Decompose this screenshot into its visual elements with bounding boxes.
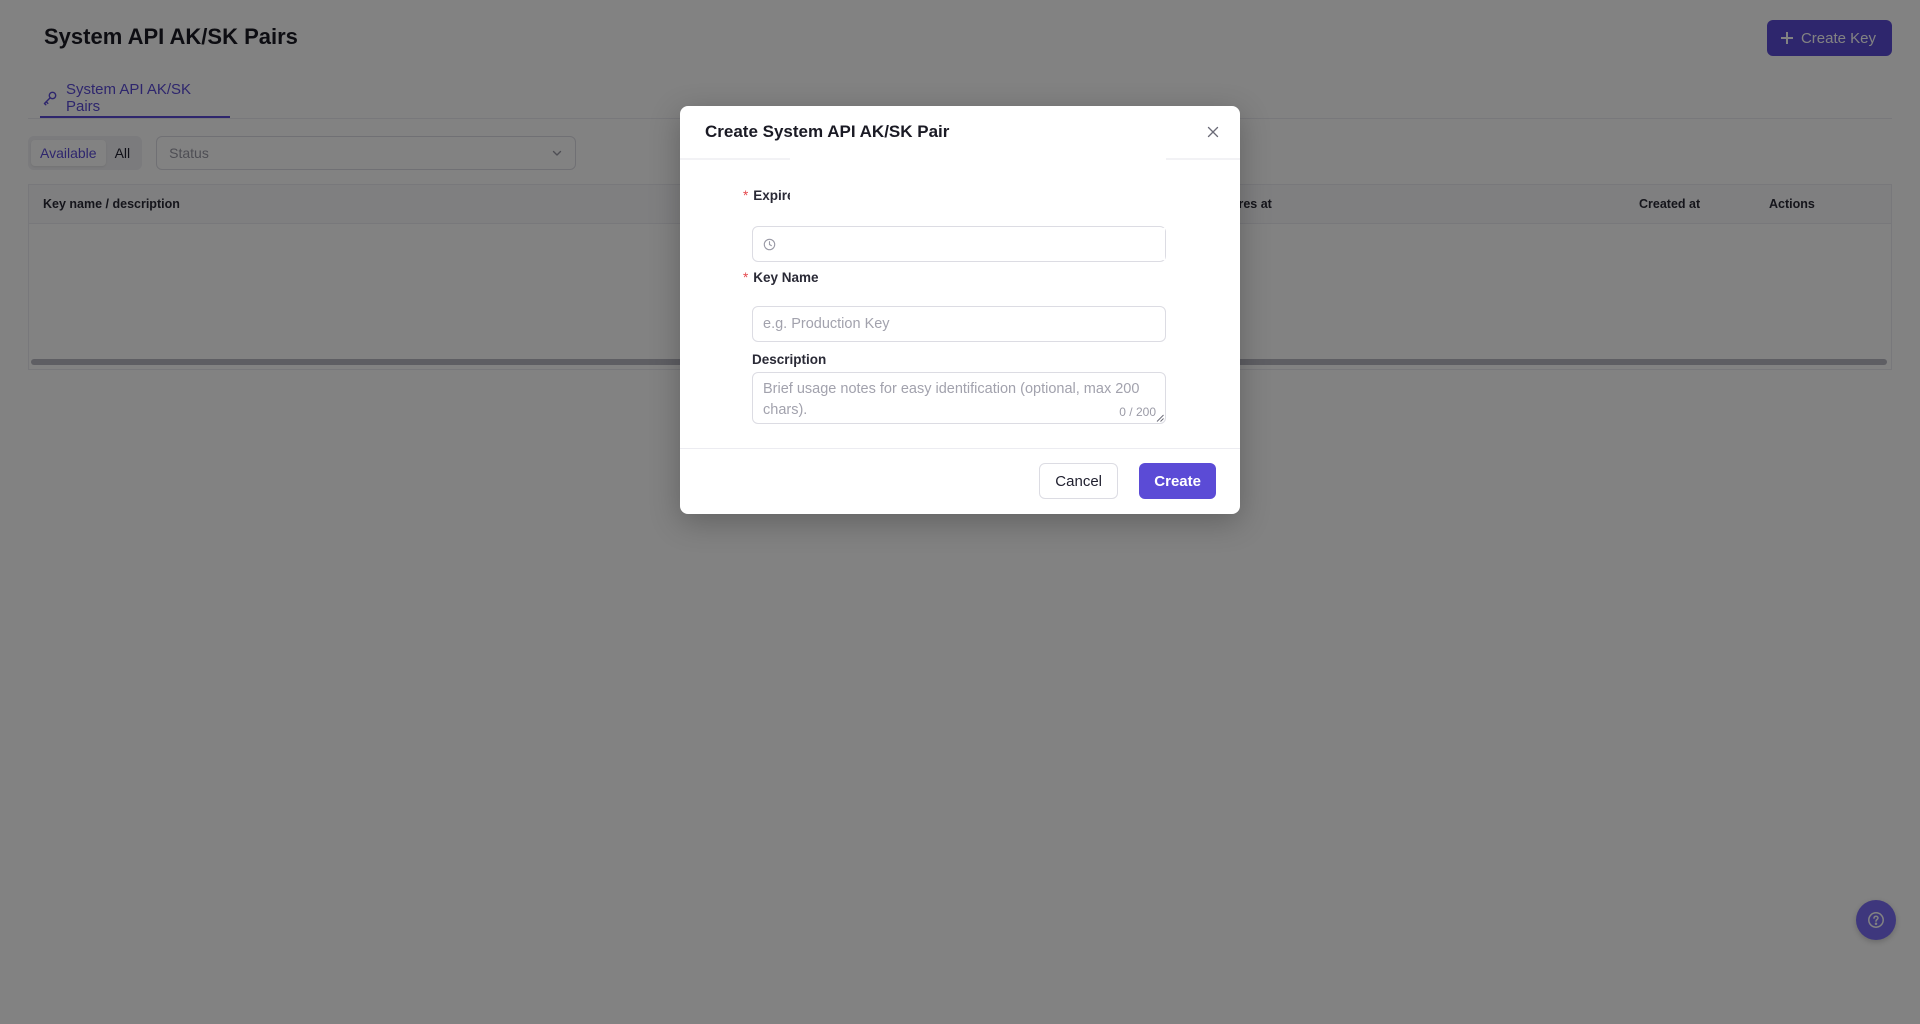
key-name-label-text: Key Name [753, 270, 819, 285]
expire-label-text: Expire [753, 188, 795, 203]
label-mask [790, 180, 1166, 202]
description-field[interactable]: 0 / 200 [752, 372, 1166, 424]
key-name-input[interactable] [753, 307, 1165, 341]
key-name-field-label: * Key Name [743, 270, 819, 285]
page: System API AK/SK Pairs Create Key System… [0, 0, 1920, 1024]
cancel-button[interactable]: Cancel [1039, 463, 1118, 499]
required-marker: * [743, 270, 749, 285]
clock-icon [763, 238, 776, 250]
modal-header: Create System API AK/SK Pair [680, 106, 1240, 158]
resize-handle-icon[interactable] [1156, 414, 1164, 422]
close-button[interactable] [1204, 123, 1222, 141]
key-name-field[interactable] [752, 306, 1166, 342]
create-key-modal: Create System API AK/SK Pair * Expire * … [680, 106, 1240, 514]
expire-field-label: * Expire [743, 188, 795, 203]
modal-title: Create System API AK/SK Pair [705, 122, 950, 141]
expire-input-mask [781, 228, 1165, 260]
description-char-count: 0 / 200 [1119, 405, 1156, 419]
description-textarea[interactable] [753, 373, 1165, 423]
description-field-label: Description [752, 352, 827, 367]
required-marker: * [743, 188, 749, 203]
close-icon [1207, 126, 1219, 138]
scroll-mask [790, 158, 1166, 176]
modal-body: * Expire * Key Name Description 0 / 200 [680, 158, 1240, 454]
create-button[interactable]: Create [1139, 463, 1216, 499]
expire-input[interactable] [752, 226, 1166, 262]
modal-footer: Cancel Create [680, 448, 1240, 514]
